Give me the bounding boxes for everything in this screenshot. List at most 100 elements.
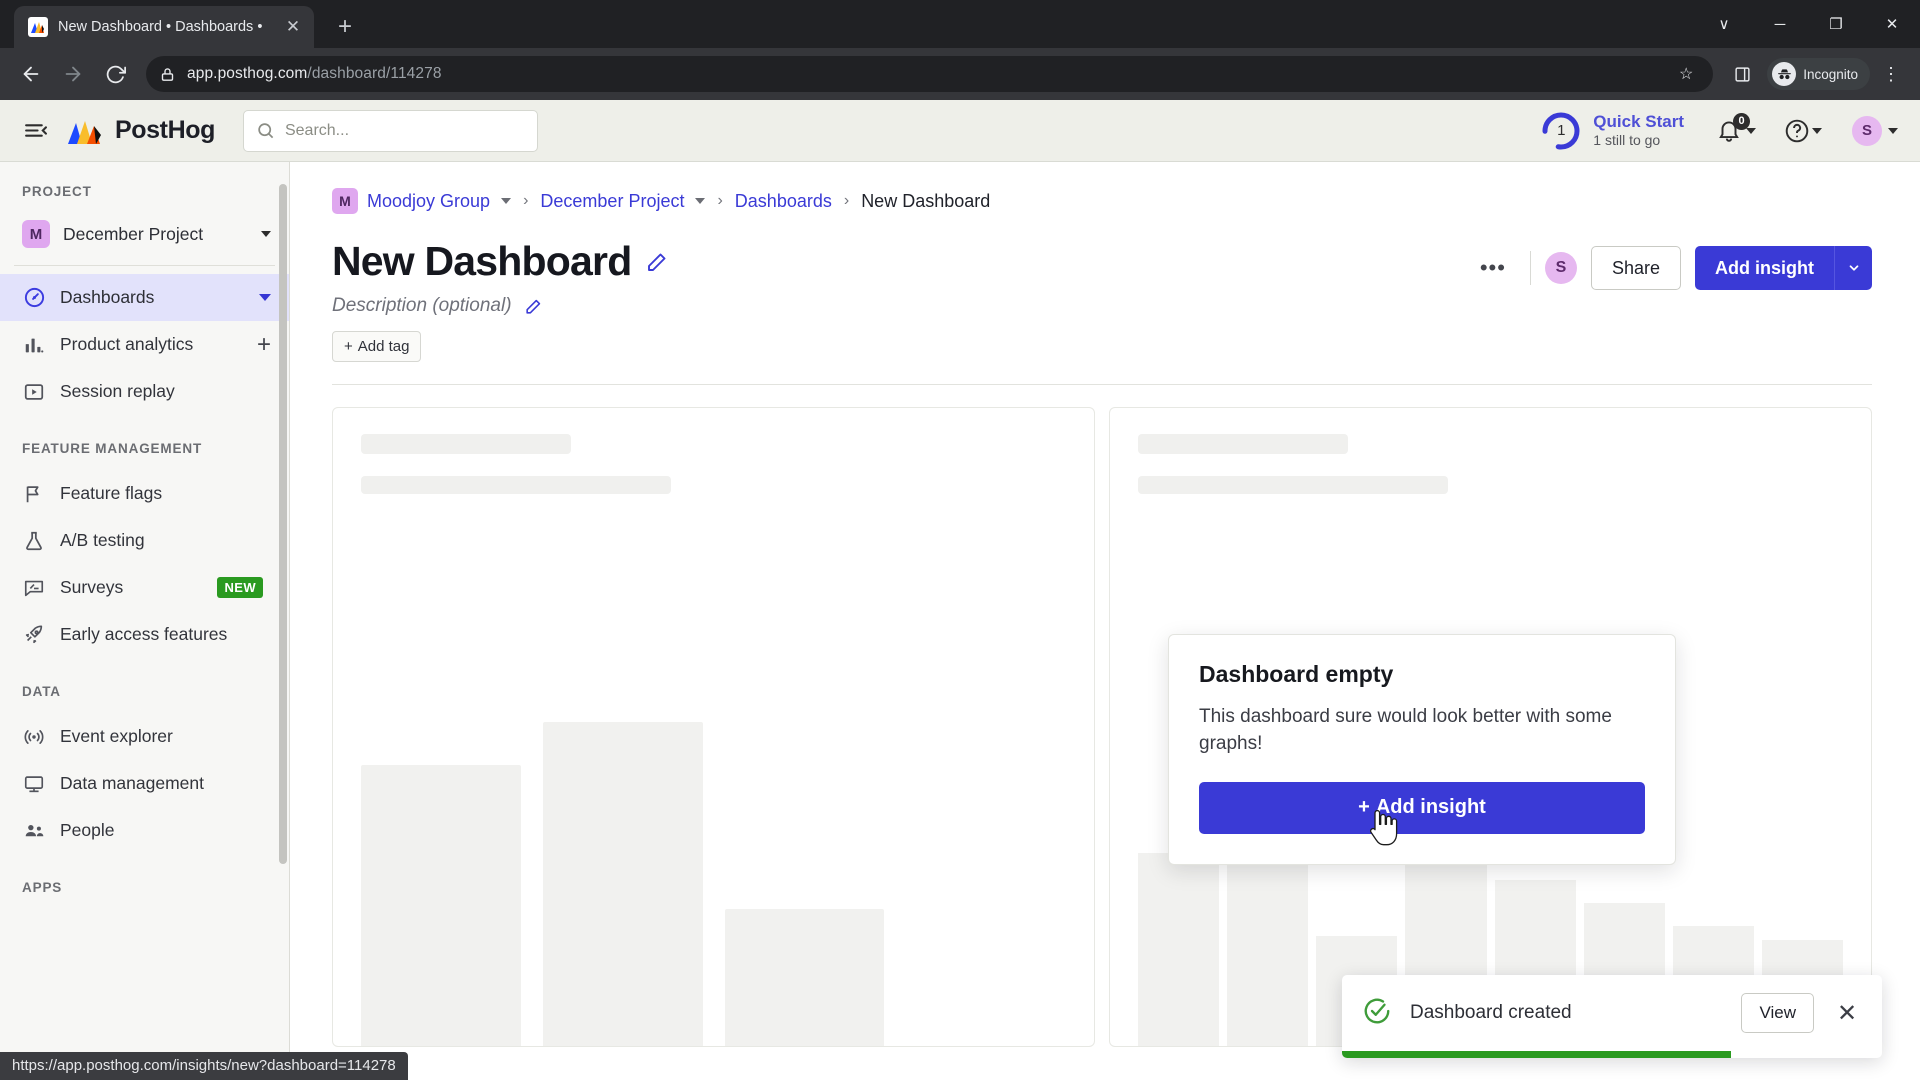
browser-menu-icon[interactable]: ⋮ xyxy=(1874,57,1908,91)
notifications-badge: 0 xyxy=(1733,112,1750,130)
survey-icon xyxy=(22,576,46,600)
pencil-icon[interactable] xyxy=(645,250,669,274)
reload-icon[interactable] xyxy=(96,55,134,93)
people-icon xyxy=(22,819,46,843)
breadcrumb-separator: › xyxy=(843,192,850,209)
breadcrumb-item-current: New Dashboard xyxy=(861,190,991,211)
check-circle-icon xyxy=(1362,996,1392,1031)
skeleton-chart-left xyxy=(361,686,1066,1046)
close-icon[interactable]: ✕ xyxy=(1832,998,1862,1028)
toast-row: Dashboard created View ✕ xyxy=(1342,975,1882,1051)
profile-label: Incognito xyxy=(1803,66,1858,82)
breadcrumb-item-organization[interactable]: Moodjoy Group xyxy=(367,191,490,212)
sidebar-item-early-access-features[interactable]: Early access features xyxy=(0,611,289,658)
popover-add-insight-button[interactable]: + Add insight xyxy=(1199,781,1645,834)
incognito-icon xyxy=(1772,62,1797,86)
more-options-button[interactable]: ••• xyxy=(1470,253,1516,283)
pencil-icon[interactable] xyxy=(524,297,543,316)
title-row: New Dashboard Description (optional) + A… xyxy=(332,238,1872,362)
breadcrumb-item-dashboards[interactable]: Dashboards xyxy=(735,191,832,212)
add-insight-plus-icon[interactable]: + xyxy=(257,332,271,357)
skeleton-title xyxy=(1138,434,1348,454)
sidebar-divider xyxy=(14,265,275,266)
side-panel-icon[interactable] xyxy=(1725,57,1759,91)
play-square-icon xyxy=(22,380,46,404)
breadcrumb-item-project[interactable]: December Project xyxy=(540,191,684,212)
search-placeholder: Search... xyxy=(284,121,350,139)
sidebar-item-people[interactable]: People xyxy=(0,807,289,854)
sidebar-item-product-analytics[interactable]: Product analytics + xyxy=(0,321,289,368)
breadcrumb-org-badge: M xyxy=(332,188,358,214)
description-row[interactable]: Description (optional) xyxy=(332,295,1470,317)
add-tag-button[interactable]: + Add tag xyxy=(332,331,422,362)
sidebar-item-surveys[interactable]: Surveys NEW xyxy=(0,564,289,611)
page-viewport: PostHog Search... 1 Quick Start 1 still … xyxy=(0,100,1920,1080)
window-controls: ∨ ─ ❐ ✕ xyxy=(1696,0,1920,48)
profile-incognito-button[interactable]: Incognito xyxy=(1767,58,1870,90)
sidebar-item-dashboards[interactable]: Dashboards xyxy=(0,274,289,321)
skeleton-bar xyxy=(361,765,521,1046)
toast-notification: Dashboard created View ✕ xyxy=(1342,975,1882,1058)
project-badge: M xyxy=(22,220,50,248)
address-bar[interactable]: app.posthog.com/dashboard/114278 ☆ xyxy=(146,56,1714,92)
share-button[interactable]: Share xyxy=(1590,246,1682,290)
skeleton-bar xyxy=(724,909,885,1046)
page-header: M Moodjoy Group › December Project › Das… xyxy=(290,162,1920,385)
brand-name: PostHog xyxy=(115,116,215,144)
plus-icon: + xyxy=(1358,796,1370,819)
search-input[interactable]: Search... xyxy=(242,109,538,152)
help-button[interactable] xyxy=(1784,118,1822,144)
quick-start-button[interactable]: 1 Quick Start 1 still to go xyxy=(1539,109,1684,153)
main-content: M Moodjoy Group › December Project › Das… xyxy=(290,162,1920,1080)
description-placeholder: Description (optional) xyxy=(332,295,512,316)
sidebar-item-feature-flags[interactable]: Feature flags xyxy=(0,470,289,517)
status-badge-new: NEW xyxy=(217,577,263,598)
sidebar-item-data-management[interactable]: Data management xyxy=(0,760,289,807)
tab-close-icon[interactable]: ✕ xyxy=(282,16,304,38)
project-switcher[interactable]: M December Project xyxy=(0,213,289,255)
flag-icon xyxy=(22,482,46,506)
sidebar-item-event-explorer[interactable]: Event explorer xyxy=(0,713,289,760)
add-insight-button[interactable]: Add insight xyxy=(1695,246,1834,290)
toast-message: Dashboard created xyxy=(1410,1002,1572,1023)
sidebar-item-label: Dashboards xyxy=(60,287,155,307)
flask-icon xyxy=(22,529,46,553)
forward-icon[interactable] xyxy=(54,55,92,93)
rocket-icon xyxy=(22,623,46,647)
posthog-logo[interactable]: PostHog xyxy=(66,116,215,146)
bar-chart-icon xyxy=(22,333,46,357)
sidebar-item-ab-testing[interactable]: A/B testing xyxy=(0,517,289,564)
broadcast-icon xyxy=(22,725,46,749)
toast-view-button[interactable]: View xyxy=(1741,993,1814,1033)
sidebar: PROJECT M December Project Dashboards Pr… xyxy=(0,162,290,1080)
new-tab-button[interactable]: + xyxy=(326,8,364,46)
maximize-icon[interactable]: ❐ xyxy=(1808,0,1864,48)
address-bar-url: app.posthog.com/dashboard/114278 xyxy=(187,65,442,82)
account-menu-button[interactable]: S xyxy=(1852,115,1898,146)
sidebar-section-apps: APPS xyxy=(22,880,63,895)
tab-title: New Dashboard • Dashboards • xyxy=(58,19,263,35)
hamburger-icon[interactable] xyxy=(18,114,52,148)
chevron-down-icon xyxy=(1812,127,1822,134)
minimize-icon[interactable]: ─ xyxy=(1752,0,1808,48)
back-icon[interactable] xyxy=(12,55,50,93)
project-name: December Project xyxy=(63,223,204,244)
sidebar-content: PROJECT M December Project Dashboards Pr… xyxy=(0,162,289,895)
close-window-icon[interactable]: ✕ xyxy=(1864,0,1920,48)
insight-card-skeleton-left xyxy=(332,407,1095,1047)
chevron-down-icon[interactable] xyxy=(259,294,271,301)
sidebar-item-session-replay[interactable]: Session replay xyxy=(0,368,289,415)
add-insight-dropdown-icon[interactable] xyxy=(1834,246,1872,290)
notifications-button[interactable]: 0 xyxy=(1716,112,1756,145)
omnibox-actions: ☆ xyxy=(1669,57,1703,91)
tab-list-icon[interactable]: ∨ xyxy=(1696,0,1752,48)
chevron-down-icon[interactable] xyxy=(501,198,512,204)
browser-toolbar: app.posthog.com/dashboard/114278 ☆ Incog… xyxy=(0,48,1920,100)
bookmark-star-icon[interactable]: ☆ xyxy=(1669,57,1703,91)
collaborator-avatar[interactable]: S xyxy=(1544,252,1577,284)
sidebar-scrollbar[interactable] xyxy=(279,184,287,864)
chevron-down-icon[interactable] xyxy=(695,198,706,204)
browser-tab[interactable]: New Dashboard • Dashboards • ✕ xyxy=(14,6,314,48)
breadcrumb-separator: › xyxy=(523,192,529,209)
bell-icon: 0 xyxy=(1716,112,1750,145)
